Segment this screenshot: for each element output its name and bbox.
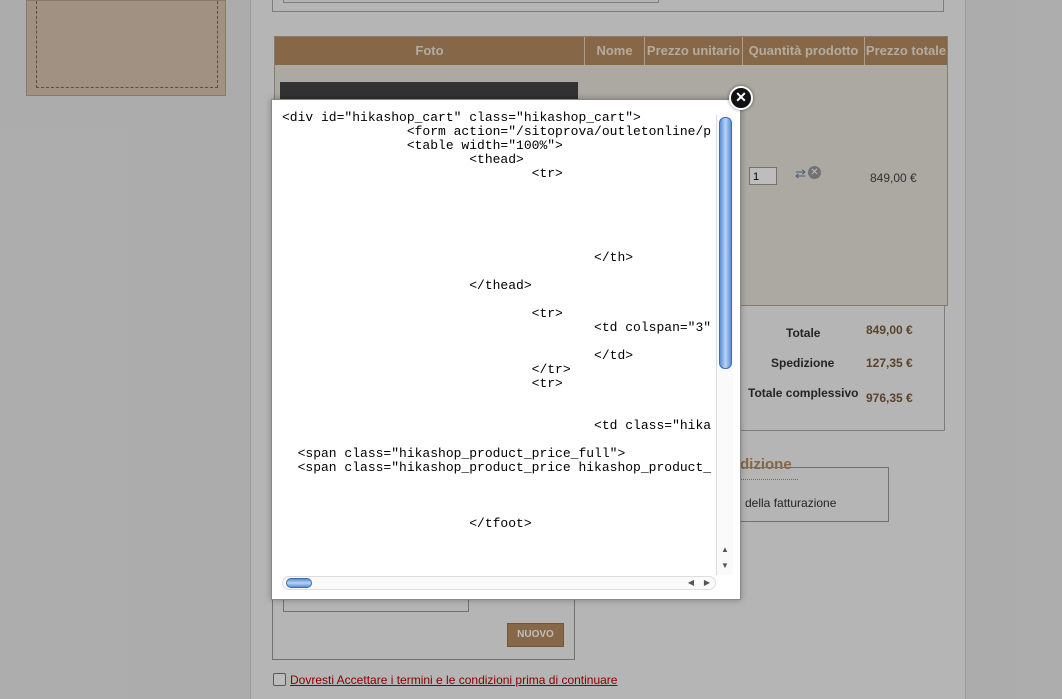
code-modal: <div id="hikashop_cart" class="hikashop_… xyxy=(271,99,741,600)
horizontal-scrollbar[interactable]: ◀ ▶ xyxy=(282,576,716,590)
scroll-up-icon[interactable]: ▲ xyxy=(718,543,732,557)
vertical-scroll-thumb[interactable] xyxy=(719,117,732,369)
scroll-down-icon[interactable]: ▼ xyxy=(718,559,732,573)
scroll-left-icon[interactable]: ◀ xyxy=(685,577,697,589)
close-icon[interactable]: ✕ xyxy=(729,86,753,110)
code-text: <div id="hikashop_cart" class="hikashop_… xyxy=(282,111,712,531)
scroll-right-icon[interactable]: ▶ xyxy=(701,577,713,589)
horizontal-scroll-thumb[interactable] xyxy=(286,578,312,588)
vertical-scrollbar[interactable]: ▲ ▼ xyxy=(716,115,733,575)
code-viewer[interactable]: <div id="hikashop_cart" class="hikashop_… xyxy=(282,111,718,576)
